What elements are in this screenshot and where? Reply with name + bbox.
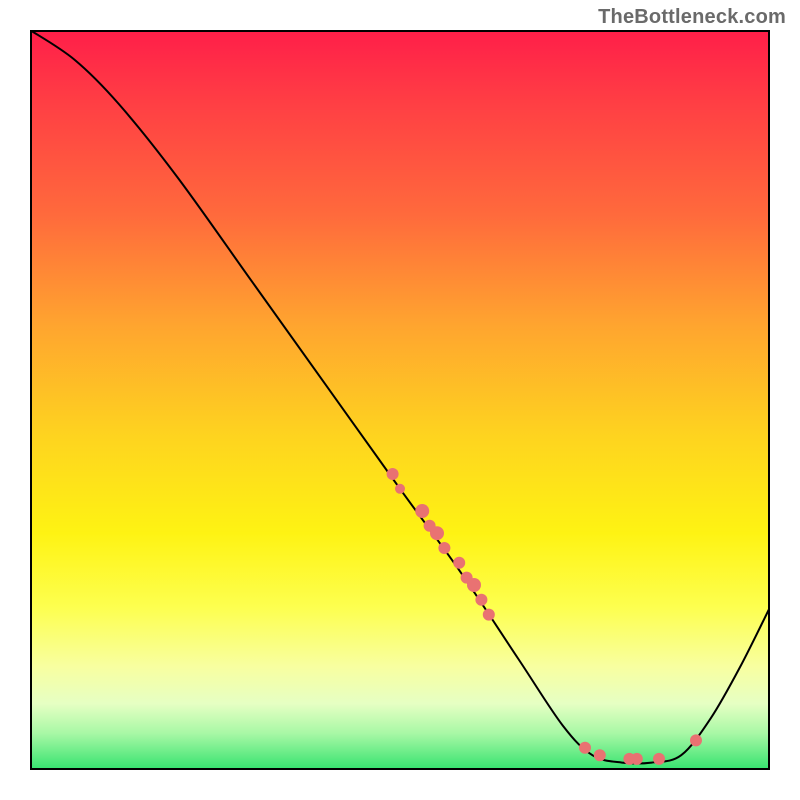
data-point bbox=[415, 504, 429, 518]
watermark-text: TheBottleneck.com bbox=[598, 6, 786, 29]
data-point bbox=[690, 734, 702, 746]
data-point bbox=[579, 742, 591, 754]
plot-area bbox=[30, 30, 770, 770]
data-point bbox=[467, 578, 481, 592]
data-point bbox=[438, 542, 450, 554]
chart-svg bbox=[30, 30, 770, 770]
data-point bbox=[594, 749, 606, 761]
data-point bbox=[453, 557, 465, 569]
data-point bbox=[387, 468, 399, 480]
data-point bbox=[430, 526, 444, 540]
bottleneck-curve bbox=[30, 30, 770, 764]
chart-stage: TheBottleneck.com bbox=[0, 0, 800, 800]
data-point bbox=[483, 609, 495, 621]
data-point bbox=[395, 484, 405, 494]
data-point bbox=[653, 753, 665, 765]
data-point bbox=[475, 594, 487, 606]
data-markers bbox=[387, 468, 702, 765]
data-point bbox=[631, 753, 643, 765]
